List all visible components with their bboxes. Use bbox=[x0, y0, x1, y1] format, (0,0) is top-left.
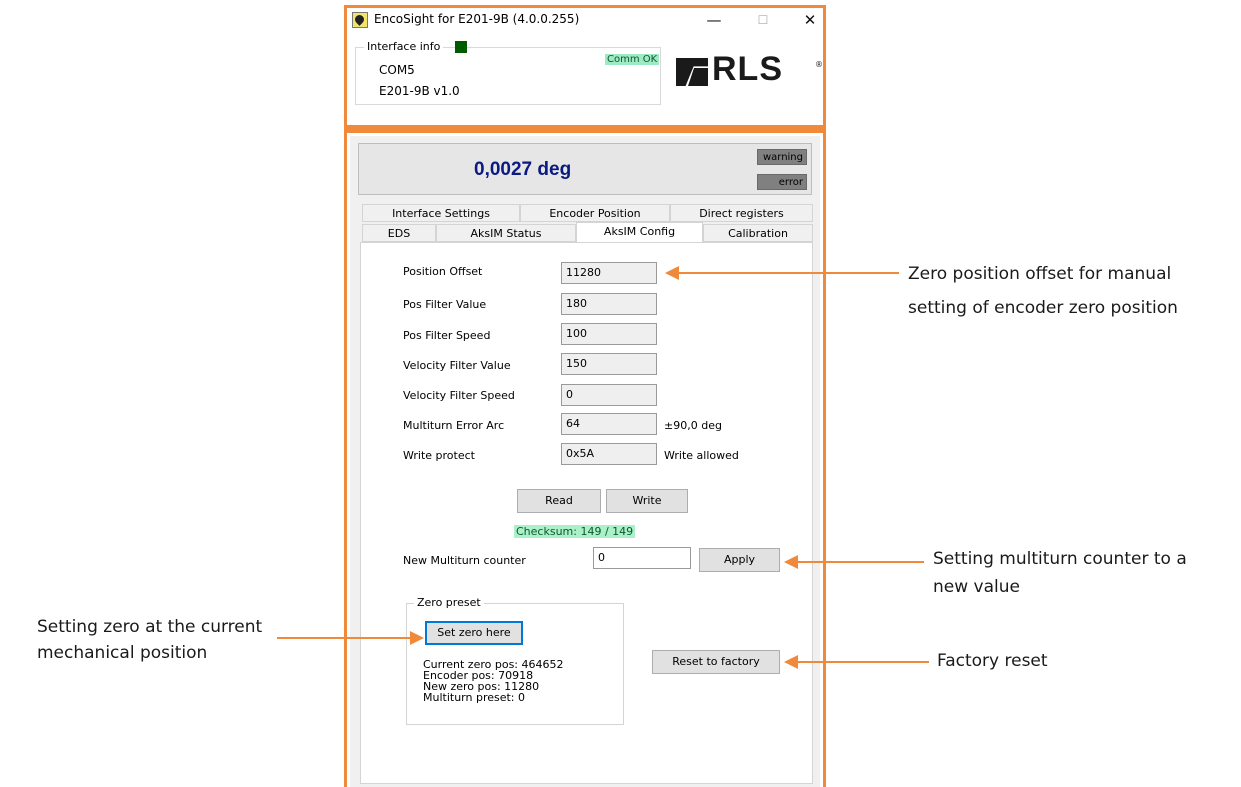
write-protect-label: Write protect bbox=[403, 449, 475, 462]
annotation-offset-line1: Zero position offset for manual bbox=[908, 264, 1172, 284]
tab-direct-registers[interactable]: Direct registers bbox=[670, 204, 813, 222]
annotation-multiturn-line1: Setting multiturn counter to a bbox=[933, 549, 1187, 569]
callout-line bbox=[796, 661, 929, 663]
velocity-filter-speed-label: Velocity Filter Speed bbox=[403, 389, 515, 402]
multiturn-error-arc-field[interactable]: 64 bbox=[561, 413, 657, 435]
pos-filter-speed-field[interactable]: 100 bbox=[561, 323, 657, 345]
write-button[interactable]: Write bbox=[606, 489, 688, 513]
multiturn-preset: Multiturn preset: 0 bbox=[423, 691, 526, 704]
multiturn-error-arc-label: Multiturn Error Arc bbox=[403, 419, 505, 432]
title-bar[interactable]: EncoSight for E201-9B (4.0.0.255) — ☐ ✕ bbox=[347, 8, 823, 34]
tab-encoder-position[interactable]: Encoder Position bbox=[520, 204, 670, 222]
position-readout-panel bbox=[358, 143, 812, 195]
maximize-button[interactable]: ☐ bbox=[748, 10, 778, 30]
callout-line bbox=[796, 561, 924, 563]
annotation-factory-reset: Factory reset bbox=[937, 651, 1048, 671]
tab-aksim-status[interactable]: AksIM Status bbox=[436, 224, 576, 242]
set-zero-here-button[interactable]: Set zero here bbox=[425, 621, 523, 645]
multiturn-error-arc-unit: ±90,0 deg bbox=[664, 419, 722, 432]
annotation-zero-line1: Setting zero at the current bbox=[37, 617, 263, 637]
rls-logo: RLS ® bbox=[676, 50, 826, 92]
read-button[interactable]: Read bbox=[517, 489, 601, 513]
tab-aksim-config[interactable]: AksIM Config bbox=[576, 222, 703, 242]
velocity-filter-value-label: Velocity Filter Value bbox=[403, 359, 511, 372]
pos-filter-value-field[interactable]: 180 bbox=[561, 293, 657, 315]
interface-info-legend: Interface info bbox=[364, 40, 444, 53]
position-offset-label: Position Offset bbox=[403, 265, 483, 278]
write-protect-field[interactable]: 0x5A bbox=[561, 443, 657, 465]
rls-logo-text: RLS bbox=[712, 50, 783, 88]
error-indicator: error bbox=[757, 174, 807, 190]
apply-button[interactable]: Apply bbox=[699, 548, 780, 572]
zero-preset-legend: Zero preset bbox=[414, 596, 484, 609]
section-divider bbox=[344, 125, 826, 133]
warning-indicator: warning bbox=[757, 149, 807, 165]
velocity-filter-value-field[interactable]: 150 bbox=[561, 353, 657, 375]
tab-eds[interactable]: EDS bbox=[362, 224, 436, 242]
callout-line bbox=[677, 272, 899, 274]
annotation-zero-line2: mechanical position bbox=[37, 643, 208, 663]
port-name: COM5 bbox=[379, 63, 415, 77]
device-version: E201-9B v1.0 bbox=[379, 84, 460, 98]
annotation-offset-line2: setting of encoder zero position bbox=[908, 298, 1178, 318]
pos-filter-speed-label: Pos Filter Speed bbox=[403, 329, 491, 342]
callout-line bbox=[277, 637, 411, 639]
reset-to-factory-button[interactable]: Reset to factory bbox=[652, 650, 780, 674]
velocity-filter-speed-field[interactable]: 0 bbox=[561, 384, 657, 406]
annotation-multiturn-line2: new value bbox=[933, 577, 1020, 597]
minimize-button[interactable]: — bbox=[699, 10, 729, 30]
multiturn-counter-label: New Multiturn counter bbox=[403, 554, 526, 567]
checksum-status: Checksum: 149 / 149 bbox=[514, 525, 636, 538]
registered-mark: ® bbox=[815, 60, 823, 69]
close-button[interactable]: ✕ bbox=[795, 10, 825, 30]
pos-filter-value-label: Pos Filter Value bbox=[403, 298, 487, 311]
write-protect-status: Write allowed bbox=[664, 449, 739, 462]
window-title: EncoSight for E201-9B (4.0.0.255) bbox=[374, 12, 580, 26]
multiturn-counter-input[interactable]: 0 bbox=[593, 547, 691, 569]
arrow-head-icon bbox=[410, 631, 424, 645]
position-readout: 0,0027 deg bbox=[474, 159, 572, 180]
position-offset-field[interactable]: 11280 bbox=[561, 262, 657, 284]
tab-calibration[interactable]: Calibration bbox=[703, 224, 813, 242]
comm-status-badge: Comm OK bbox=[605, 54, 660, 65]
app-icon bbox=[352, 12, 368, 28]
connection-led-icon bbox=[455, 41, 467, 53]
tab-interface-settings[interactable]: Interface Settings bbox=[362, 204, 520, 222]
